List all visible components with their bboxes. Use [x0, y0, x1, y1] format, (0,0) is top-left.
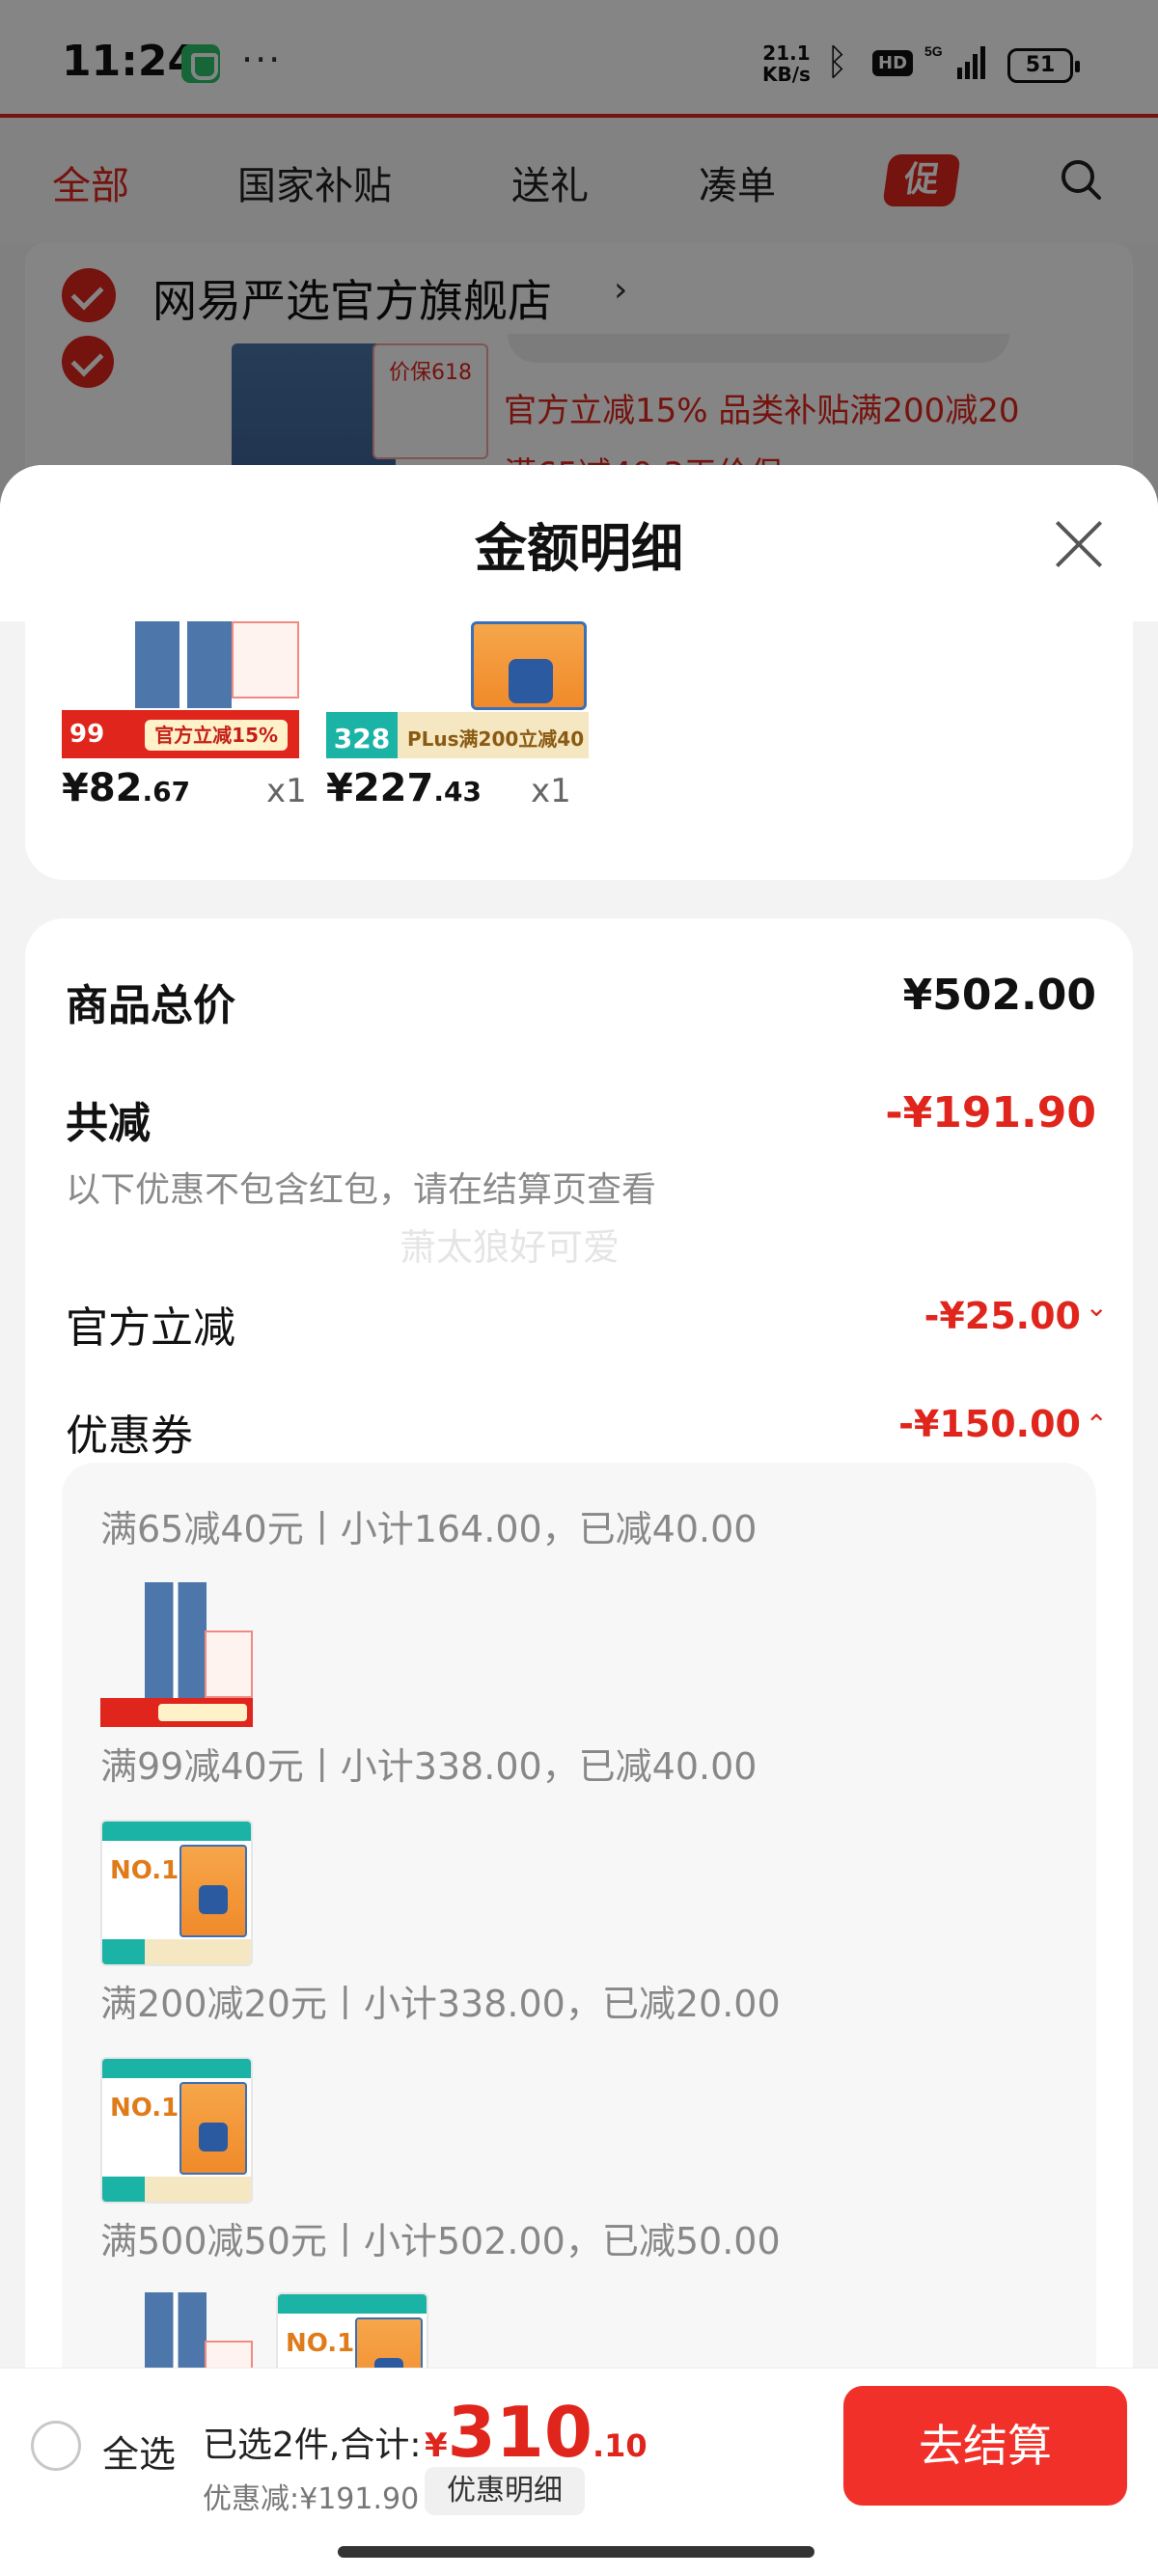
official-discount-value[interactable]: -¥25.00: [924, 1295, 1081, 1337]
total-price-label: 商品总价: [66, 981, 235, 1030]
product-price: ¥227.43: [326, 766, 482, 810]
amount-detail-sheet: 金额明细 99 官方立减15% 328 PLus满200立减40 ¥82.67 x…: [0, 465, 1158, 2576]
select-all-checkbox[interactable]: [31, 2421, 81, 2471]
coupon-rule: 满65减40元丨小计164.00，已减40.00: [100, 1508, 758, 1550]
coupon-product-thumb-catfood: NO.1: [100, 2057, 253, 2204]
checkout-button[interactable]: 去结算: [843, 2386, 1127, 2506]
coupon-label[interactable]: 优惠券: [66, 1401, 193, 1463]
catfood-badge-label: PLus满200立减40: [407, 727, 585, 751]
catfood-top-strip: [102, 1822, 251, 1841]
discount-amount: 优惠减:¥191.90: [203, 2482, 420, 2516]
catfood-package-image: [471, 621, 587, 710]
chevron-down-icon[interactable]: ⌄: [1086, 1291, 1108, 1323]
no1-badge: NO.1: [286, 2329, 355, 2358]
products-card: 99 官方立减15% 328 PLus满200立减40 ¥82.67 x1 ¥22…: [25, 621, 1133, 880]
discount-detail-button[interactable]: 优惠明细: [425, 2467, 585, 2515]
official-discount-label[interactable]: 官方立减: [66, 1293, 235, 1355]
sheet-title: 金额明细: [475, 518, 683, 579]
close-icon[interactable]: [1048, 513, 1110, 575]
product-price-dec: .43: [433, 776, 482, 808]
coupon-product-thumb-catfood: NO.1: [100, 1820, 253, 1966]
jeans-image: [135, 621, 232, 708]
catfood-info-panel: [326, 621, 471, 710]
coupon-value[interactable]: -¥150.00: [898, 1403, 1081, 1445]
watermark: 萧太狼好可爱: [400, 1226, 620, 1269]
no1-badge: NO.1: [110, 1856, 179, 1885]
discount-note: 以下优惠不包含红包，请在结算页查看: [66, 1170, 657, 1210]
product-price-int: ¥227: [326, 766, 434, 810]
catfood-package-image: [179, 1845, 247, 1937]
total-reduce-label: 共减: [66, 1099, 151, 1148]
jeans-thumbnail: 99 官方立减15%: [62, 621, 299, 758]
price-guarantee-tag: [232, 621, 299, 699]
coupon-rule: 满200减20元丨小计338.00，已减20.00: [100, 1983, 781, 2025]
product-price: ¥82.67: [62, 766, 190, 810]
coupon-detail-panel: 满65减40元丨小计164.00，已减40.00 满99减40元丨小计338.0…: [62, 1463, 1096, 2524]
no1-badge: NO.1: [110, 2094, 179, 2123]
jeans-image: [145, 1582, 207, 1698]
product-qty: x1: [266, 772, 307, 810]
catfood-top-strip: [278, 2294, 427, 2314]
checkout-bar: 全选 已选2件,合计: ¥310.10 优惠减:¥191.90 优惠明细 去结算: [0, 2368, 1158, 2576]
coupon-rule: 满99减40元丨小计338.00，已减40.00: [100, 1745, 758, 1788]
catfood-top-strip: [102, 2059, 251, 2078]
chevron-up-icon[interactable]: ⌃: [1086, 1409, 1108, 1440]
coupon-rule: 满500减50元丨小计502.00，已减50.00: [100, 2220, 781, 2262]
total-price-value: ¥502.00: [902, 971, 1096, 1020]
coupon-product-thumb-jeans: [100, 1582, 253, 1729]
total-amount: ¥310.10: [425, 2392, 648, 2473]
catfood-badge-price: 328: [326, 712, 398, 758]
jeans-promo-bar: [100, 1698, 253, 1727]
total-dec: .10: [592, 2427, 648, 2464]
select-all-label[interactable]: 全选: [102, 2425, 176, 2478]
total-reduce-value: -¥191.90: [885, 1088, 1096, 1137]
home-indicator[interactable]: [338, 2546, 814, 2558]
catfood-promo-bar: 328 PLus满200立减40: [326, 712, 589, 758]
catfood-promo-bar: [102, 1939, 251, 1964]
total-int: 310: [447, 2392, 593, 2473]
jeans-promo-bar: 99 官方立减15%: [62, 710, 299, 758]
jeans-badge-label: 官方立减15%: [145, 720, 289, 751]
product-price-dec: .67: [142, 776, 191, 808]
catfood-thumbnail: 328 PLus满200立减40: [326, 621, 589, 758]
jeans-badge-price: 99: [69, 720, 105, 749]
catfood-promo-bar: [102, 2177, 251, 2202]
total-currency: ¥: [425, 2426, 448, 2465]
product-price-int: ¥82: [62, 766, 143, 810]
sheet-header: 金额明细: [0, 465, 1158, 621]
catfood-package-image: [179, 2082, 247, 2175]
selected-count: 已选2件,合计:: [203, 2425, 422, 2465]
product-qty: x1: [531, 772, 571, 810]
price-guarantee-tag: [205, 1631, 253, 1698]
